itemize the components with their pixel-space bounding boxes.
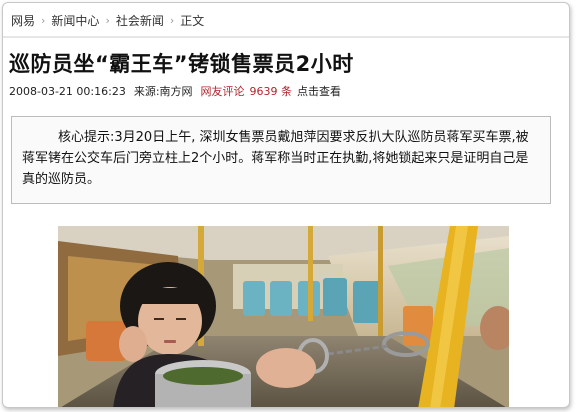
breadcrumb-separator: › (169, 13, 175, 27)
breadcrumb-netease[interactable]: 网易 (11, 12, 35, 29)
comments-label[interactable]: 网友评论 (201, 83, 245, 99)
article-photo (58, 226, 509, 407)
photo-illustration (58, 226, 509, 407)
comments-link[interactable]: 点击查看 (297, 83, 341, 99)
breadcrumb-separator: › (105, 13, 110, 27)
source-link[interactable]: 南方网 (160, 83, 193, 99)
publish-datetime: 2008-03-21 00:16:23 (9, 84, 126, 98)
article-meta: 2008-03-21 00:16:23 来源: 南方网 网友评论 9639 条 … (9, 83, 341, 99)
breadcrumb-society-news[interactable]: 社会新闻 (116, 12, 164, 29)
breadcrumb-separator: › (41, 13, 46, 27)
header-divider (3, 36, 569, 38)
summary-text: 核心提示:3月20日上午, 深圳女售票员戴旭萍因要求反扒大队巡防员蒋军买车票,被… (22, 130, 529, 187)
article-page: 网易 › 新闻中心 › 社会新闻 › 正文 巡防员坐“霸王车”铐锁售票员2小时 … (2, 2, 570, 408)
article-title: 巡防员坐“霸王车”铐锁售票员2小时 (9, 52, 354, 76)
breadcrumb-news-center[interactable]: 新闻中心 (51, 12, 99, 29)
source-label: 来源: (133, 85, 160, 98)
breadcrumb: 网易 › 新闻中心 › 社会新闻 › 正文 (11, 12, 204, 28)
summary-box: 核心提示:3月20日上午, 深圳女售票员戴旭萍因要求反扒大队巡防员蒋军买车票,被… (11, 116, 551, 204)
breadcrumb-current: 正文 (180, 13, 205, 28)
comments-count[interactable]: 9639 条 (250, 83, 293, 99)
